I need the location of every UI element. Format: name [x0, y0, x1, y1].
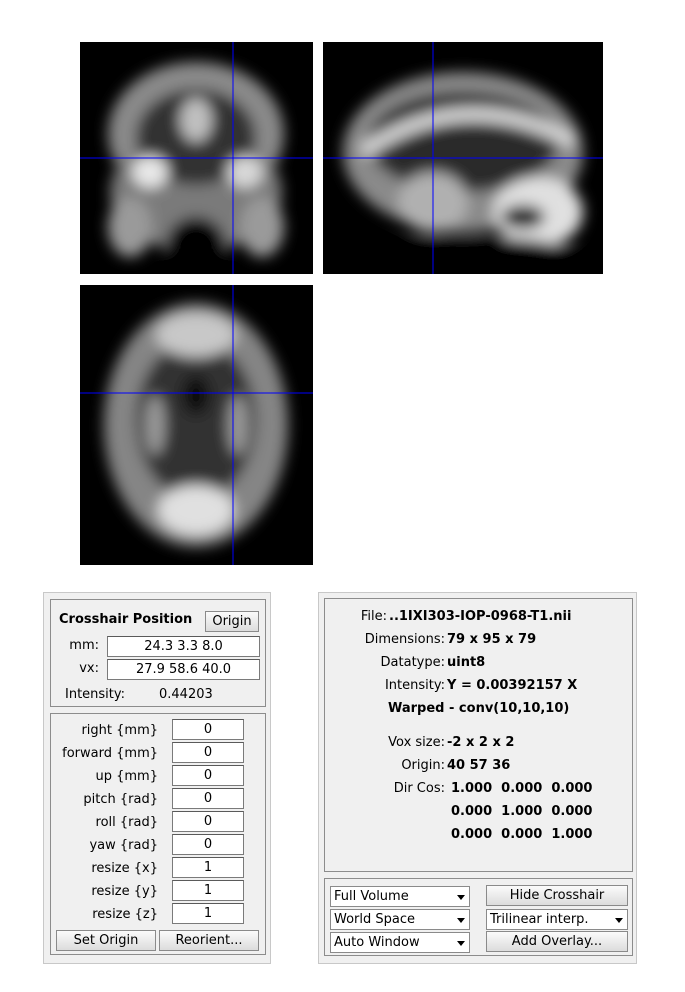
yaw-field[interactable] — [172, 834, 244, 855]
reorient-group: right {mm} forward {mm} up {mm} pitch {r… — [50, 713, 266, 955]
resize-x-field[interactable] — [172, 857, 244, 878]
dircos-row-2: 0.000 1.000 0.000 — [451, 804, 593, 819]
dimensions-label: Dimensions: — [364, 632, 445, 647]
right-field[interactable] — [172, 719, 244, 740]
window-select[interactable]: Auto Window — [330, 932, 470, 953]
vx-label: vx: — [79, 661, 99, 676]
scale-intensity-label: Intensity: — [384, 678, 445, 693]
vx-field[interactable] — [107, 659, 260, 680]
description-text: Warped - conv(10,10,10) — [388, 701, 570, 716]
up-label: up {mm} — [95, 769, 159, 784]
intensity-label: Intensity: — [65, 687, 126, 702]
forward-label: forward {mm} — [62, 746, 158, 761]
dimensions-value: 79 x 95 x 79 — [447, 632, 537, 647]
window-select-value: Auto Window — [334, 935, 420, 950]
mm-field[interactable] — [107, 636, 260, 657]
crosshair-position-group: Crosshair Position Origin mm: vx: Intens… — [50, 599, 266, 707]
scale-intensity-value: Y = 0.00392157 X — [447, 678, 578, 693]
display-controls-group: Full Volume World Space Auto Window Hide… — [324, 878, 633, 956]
origin-label: Origin: — [401, 758, 445, 773]
pitch-label: pitch {rad} — [83, 792, 158, 807]
reorient-button[interactable]: Reorient... — [159, 930, 259, 951]
up-field[interactable] — [172, 765, 244, 786]
sagittal-view[interactable] — [323, 42, 603, 274]
right-panel: File: ..1IXI303-IOP-0968-T1.nii Dimensio… — [318, 592, 637, 964]
space-select[interactable]: World Space — [330, 909, 470, 930]
datatype-label: Datatype: — [380, 655, 445, 670]
resize-x-label: resize {x} — [91, 861, 158, 876]
roll-field[interactable] — [172, 811, 244, 832]
resize-y-label: resize {y} — [91, 884, 158, 899]
right-label: right {mm} — [81, 723, 158, 738]
volume-select-value: Full Volume — [334, 889, 409, 904]
dircos-label: Dir Cos: — [393, 781, 445, 796]
chevron-down-icon — [457, 918, 465, 923]
file-label: File: — [360, 609, 387, 624]
axial-view[interactable] — [80, 285, 313, 565]
resize-z-field[interactable] — [172, 903, 244, 924]
hide-crosshair-button[interactable]: Hide Crosshair — [486, 885, 628, 906]
intensity-value: 0.44203 — [159, 687, 213, 702]
datatype-value: uint8 — [447, 655, 486, 670]
add-overlay-button[interactable]: Add Overlay... — [486, 931, 628, 952]
set-origin-button[interactable]: Set Origin — [56, 930, 156, 951]
origin-value: 40 57 36 — [447, 758, 511, 773]
crosshair-position-title: Crosshair Position — [59, 612, 193, 627]
yaw-label: yaw {rad} — [89, 838, 158, 853]
interp-select[interactable]: Trilinear interp. — [486, 909, 628, 930]
coronal-view[interactable] — [80, 42, 313, 274]
chevron-down-icon — [615, 918, 623, 923]
interp-select-value: Trilinear interp. — [490, 912, 589, 927]
file-value: ..1IXI303-IOP-0968-T1.nii — [389, 609, 572, 624]
dircos-row-1: 1.000 0.000 0.000 — [451, 781, 593, 796]
resize-z-label: resize {z} — [92, 907, 158, 922]
file-info-group: File: ..1IXI303-IOP-0968-T1.nii Dimensio… — [324, 598, 633, 872]
dircos-row-3: 0.000 0.000 1.000 — [451, 827, 593, 842]
space-select-value: World Space — [334, 912, 416, 927]
chevron-down-icon — [457, 895, 465, 900]
pitch-field[interactable] — [172, 788, 244, 809]
left-panel: Crosshair Position Origin mm: vx: Intens… — [43, 592, 271, 964]
forward-field[interactable] — [172, 742, 244, 763]
volume-select[interactable]: Full Volume — [330, 886, 470, 907]
mm-label: mm: — [69, 638, 99, 653]
voxsize-value: -2 x 2 x 2 — [447, 735, 515, 750]
voxsize-label: Vox size: — [388, 735, 445, 750]
roll-label: roll {rad} — [95, 815, 158, 830]
chevron-down-icon — [457, 941, 465, 946]
resize-y-field[interactable] — [172, 880, 244, 901]
origin-button[interactable]: Origin — [205, 611, 259, 632]
